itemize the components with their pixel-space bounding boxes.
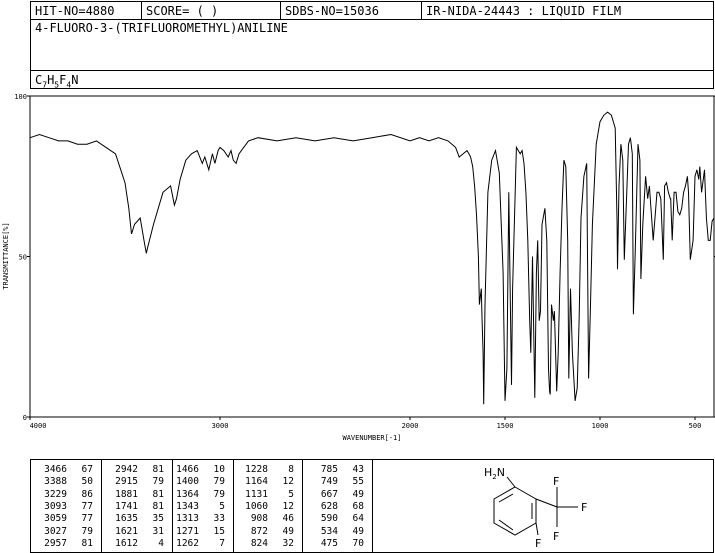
peak-transmittance: 81 <box>152 500 164 512</box>
peak-wavenumber: 824 <box>250 537 268 549</box>
peak-transmittance: 50 <box>81 476 93 488</box>
peak-column: 1466 10 1400 79 1364 79 1343 5 1313 33 1271 15 1262 7 <box>173 460 234 552</box>
peak-transmittance: 15 <box>213 525 225 537</box>
peak-wavenumber: 2957 <box>44 537 67 549</box>
peak-transmittance: 7 <box>219 537 225 549</box>
peak-wavenumber: 1881 <box>115 488 138 500</box>
peak-wavenumber: 3093 <box>44 500 67 512</box>
peak-wavenumber: 1466 <box>176 464 199 475</box>
peak-transmittance: 79 <box>81 525 93 537</box>
peak-wavenumber: 1400 <box>176 476 199 488</box>
x-tick-label: 4000 <box>30 422 47 430</box>
peak-wavenumber: 1741 <box>115 500 138 512</box>
peak-transmittance: 81 <box>152 464 164 475</box>
x-tick-label: 500 <box>689 422 702 430</box>
peak-wavenumber: 1313 <box>176 513 199 525</box>
peak-transmittance: 79 <box>152 476 164 488</box>
peak-transmittance: 31 <box>152 525 164 537</box>
peak-wavenumber: 3466 <box>44 464 67 475</box>
peak-wavenumber: 590 <box>320 513 338 525</box>
plot-frame <box>29 95 715 418</box>
peak-wavenumber: 1060 <box>245 500 268 512</box>
y-tick-label: 0 <box>23 414 27 422</box>
peak-transmittance: 64 <box>352 513 364 525</box>
peak-transmittance: 10 <box>213 464 225 475</box>
peak-wavenumber: 3388 <box>44 476 67 488</box>
peak-transmittance: 4 <box>158 537 164 549</box>
peak-wavenumber: 628 <box>320 500 338 512</box>
peak-column: 1228 8 1164 12 1131 5 1060 12 908 46 872 49 824 32 <box>234 460 303 552</box>
y-tick-label: 100 <box>14 93 27 101</box>
peak-transmittance: 68 <box>352 500 364 512</box>
peak-transmittance: 77 <box>81 500 93 512</box>
peak-wavenumber: 1621 <box>115 525 138 537</box>
peak-transmittance: 55 <box>352 476 364 488</box>
peak-transmittance: 8 <box>288 464 294 475</box>
peak-wavenumber: 1271 <box>176 525 199 537</box>
peak-wavenumber: 667 <box>320 488 338 500</box>
peak-wavenumber: 908 <box>250 513 268 525</box>
peak-transmittance: 81 <box>81 537 93 549</box>
peak-wavenumber: 3027 <box>44 525 67 537</box>
peak-wavenumber: 1131 <box>245 488 268 500</box>
peak-transmittance: 12 <box>282 476 294 488</box>
spectrum-line <box>29 111 715 405</box>
y-axis-label: TRANSMITTANCE[%] <box>2 222 10 289</box>
x-tick-label: 2000 <box>402 422 419 430</box>
peak-wavenumber: 1635 <box>115 513 138 525</box>
x-tick-label: 3000 <box>212 422 229 430</box>
peak-transmittance: 5 <box>219 500 225 512</box>
peak-transmittance: 70 <box>352 537 364 549</box>
peak-wavenumber: 475 <box>320 537 338 549</box>
peak-transmittance: 79 <box>213 488 225 500</box>
peak-wavenumber: 534 <box>320 525 338 537</box>
peak-transmittance: 33 <box>213 513 225 525</box>
peak-transmittance: 77 <box>81 513 93 525</box>
peak-transmittance: 12 <box>282 500 294 512</box>
peak-transmittance: 5 <box>288 488 294 500</box>
peak-wavenumber: 1164 <box>245 476 268 488</box>
peak-wavenumber: 1262 <box>176 537 199 549</box>
peak-transmittance: 49 <box>282 525 294 537</box>
peak-transmittance: 46 <box>282 513 294 525</box>
y-tick-label: 50 <box>19 254 27 262</box>
peak-transmittance: 43 <box>352 464 364 475</box>
ir-spectrum-chart: 0 50 100 4000 3000 2000 1500 1000 500 WAVENUMBE… <box>2 93 715 442</box>
x-tick-label: 1000 <box>592 422 609 430</box>
peak-wavenumber: 749 <box>320 476 338 488</box>
peak-transmittance: 67 <box>81 464 93 475</box>
peak-transmittance: 49 <box>352 488 364 500</box>
x-axis-label: WAVENUMBER[-1] <box>342 434 401 442</box>
peak-wavenumber: 3229 <box>44 488 67 500</box>
peak-table: 3466 67 3388 50 3229 86 3093 77 3059 77 3027 79 2957… <box>30 459 714 553</box>
peak-transmittance: 32 <box>282 537 294 549</box>
peak-column: 2942 81 2915 79 1881 81 1741 81 1635 35 1621 31 1612… <box>102 460 173 552</box>
peak-wavenumber: 2942 <box>115 464 138 475</box>
peak-wavenumber: 872 <box>250 525 268 537</box>
peak-transmittance: 81 <box>152 488 164 500</box>
peak-wavenumber: 785 <box>320 464 338 475</box>
peak-wavenumber: 1343 <box>176 500 199 512</box>
peak-transmittance: 86 <box>81 488 93 500</box>
x-tick-label: 1500 <box>497 422 514 430</box>
peak-transmittance: 35 <box>152 513 164 525</box>
peak-column: 785 43 749 55 667 49 628 68 590 64 534 49 475 70 <box>303 460 373 552</box>
peak-wavenumber: 2915 <box>115 476 138 488</box>
peak-transmittance: 79 <box>213 476 225 488</box>
peak-transmittance: 49 <box>352 525 364 537</box>
peak-wavenumber: 1364 <box>176 488 199 500</box>
peak-wavenumber: 1228 <box>245 464 268 475</box>
peak-wavenumber: 3059 <box>44 513 67 525</box>
peak-column: 3466 67 3388 50 3229 86 3093 77 3059 77 3027 79 2957… <box>31 460 102 552</box>
peak-wavenumber: 1612 <box>115 537 138 549</box>
